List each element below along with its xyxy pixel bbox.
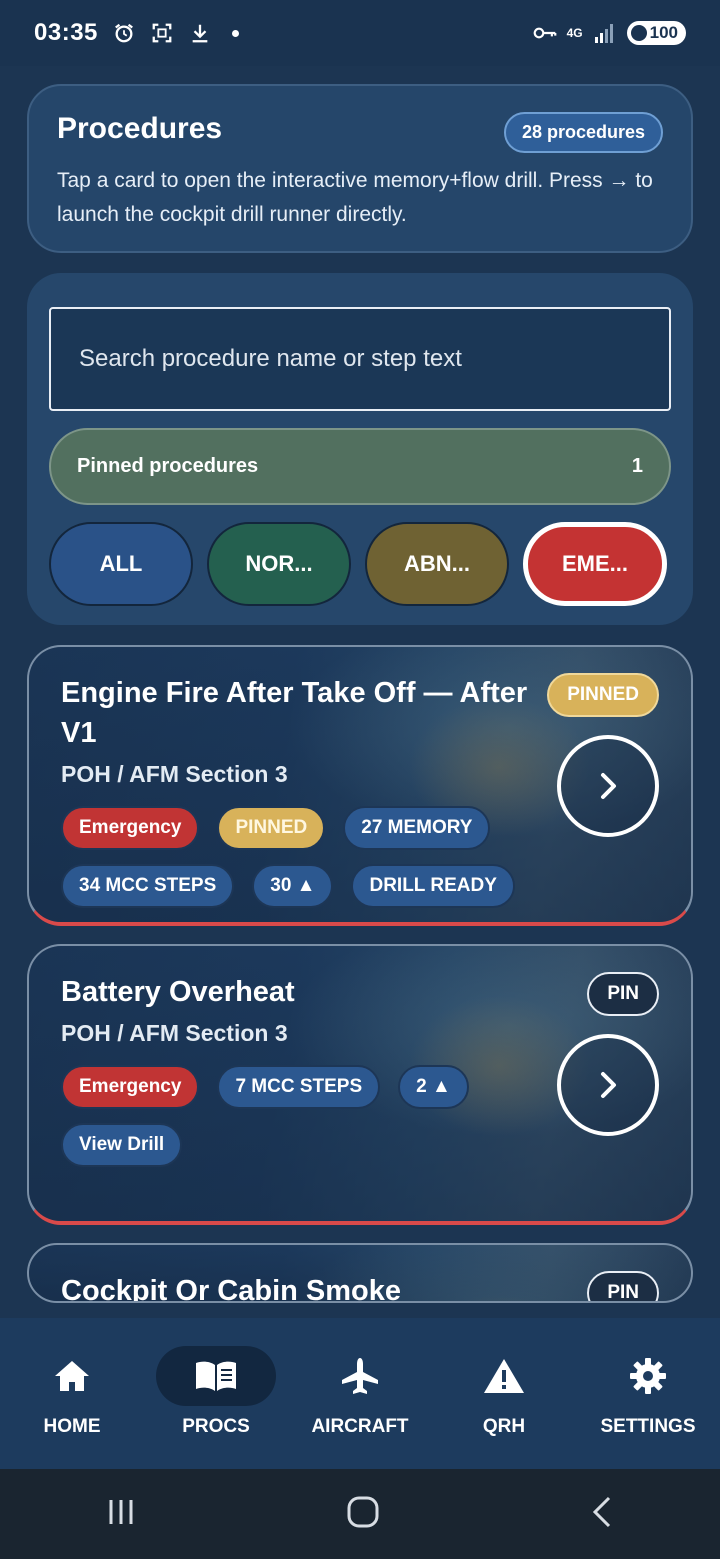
nav-settings-label: SETTINGS — [600, 1416, 696, 1437]
chevron-right-icon — [601, 1072, 616, 1098]
nav-aircraft-label: AIRCRAFT — [311, 1416, 409, 1437]
procedure-card[interactable]: Battery Overheat POH / AFM Section 3 Eme… — [27, 944, 693, 1225]
warning-icon — [484, 1359, 524, 1393]
search-input[interactable] — [79, 345, 641, 373]
procedure-tags: Emergency PINNED 27 MEMORY 34 MCC STEPS … — [61, 806, 541, 908]
filter-panel: Pinned procedures 1 ALL NOR... ABN... EM… — [27, 273, 693, 625]
pinned-procedures-toggle[interactable]: Pinned procedures 1 — [49, 428, 671, 505]
view-drill-button[interactable]: View Drill — [61, 1123, 183, 1167]
chevron-right-icon — [601, 773, 616, 799]
launch-drill-button[interactable] — [557, 1034, 659, 1136]
status-time: 03:35 — [34, 19, 98, 46]
nav-aircraft[interactable]: AIRCRAFT — [295, 1346, 425, 1438]
nav-qrh-label: QRH — [482, 1416, 526, 1437]
key-icon — [533, 21, 557, 45]
back-icon[interactable] — [589, 1495, 615, 1534]
tag-alerts: 30 ▲ — [252, 864, 334, 908]
procedure-tags: Emergency 7 MCC STEPS 2 ▲ View Drill — [61, 1065, 541, 1167]
launch-drill-button[interactable] — [557, 735, 659, 837]
chip-abnormal[interactable]: ABN... — [365, 522, 509, 606]
tag-drill-ready: DRILL READY — [351, 864, 515, 908]
pinned-count: 1 — [631, 455, 643, 477]
pin-toggle[interactable]: PIN — [587, 972, 659, 1016]
procedure-count-badge: 28 procedures — [503, 112, 663, 153]
signal-icon — [593, 21, 617, 45]
network-type: 4G — [566, 26, 583, 40]
gear-icon — [630, 1358, 666, 1394]
pin-toggle[interactable]: PIN — [587, 1271, 659, 1301]
status-bar: 03:35 4G 100 — [0, 0, 720, 66]
chip-all[interactable]: ALL — [49, 522, 193, 606]
nav-settings[interactable]: SETTINGS — [583, 1346, 713, 1438]
tag-category: Emergency — [61, 1065, 200, 1109]
procedure-source: POH / AFM Section 3 — [61, 1020, 288, 1046]
recent-apps-icon[interactable] — [105, 1496, 137, 1533]
chip-normal[interactable]: NOR... — [207, 522, 351, 606]
procedure-card[interactable]: Engine Fire After Take Off — After V1 PO… — [27, 645, 693, 926]
pinned-label: Pinned procedures — [77, 455, 259, 477]
battery-indicator: 100 — [626, 21, 686, 45]
battery-shield-icon — [630, 25, 647, 41]
search-box[interactable] — [49, 307, 671, 411]
screenshot-icon — [150, 21, 174, 45]
home-button-icon[interactable] — [346, 1495, 380, 1534]
tag-category: Emergency — [61, 806, 200, 850]
alarm-icon — [112, 21, 136, 45]
procedure-title: Battery Overheat — [61, 976, 295, 1008]
page-description: Tap a card to open the interactive memor… — [57, 169, 653, 226]
tag-memory: 27 MEMORY — [343, 806, 491, 850]
procedures-header-card: Procedures 28 procedures Tap a card to o… — [27, 84, 693, 253]
battery-level: 100 — [649, 23, 678, 42]
procedure-title: Cockpit Or Cabin Smoke — [61, 1275, 402, 1303]
tag-mcc-steps: 34 MCC STEPS — [61, 864, 235, 908]
pin-toggle[interactable]: PINNED — [547, 673, 659, 717]
tag-alerts: 2 ▲ — [398, 1065, 469, 1109]
nav-qrh[interactable]: QRH — [439, 1346, 569, 1438]
procedure-title: Engine Fire After Take Off — After V1 — [61, 677, 528, 749]
book-icon — [196, 1361, 236, 1391]
procedure-card[interactable]: Cockpit Or Cabin Smoke PIN — [27, 1243, 693, 1303]
nav-procs[interactable]: PROCS — [151, 1346, 281, 1438]
tag-mcc-steps: 7 MCC STEPS — [217, 1065, 381, 1109]
tag-pinned: PINNED — [217, 806, 326, 850]
bottom-navigation: HOME PROCS AIRCRAFT QRH SETTINGS — [0, 1318, 720, 1469]
nav-home-label: HOME — [43, 1416, 101, 1437]
home-icon — [55, 1361, 89, 1391]
category-chips: ALL NOR... ABN... EME... — [49, 522, 667, 606]
chip-emergency[interactable]: EME... — [523, 522, 667, 606]
notification-dot-icon — [231, 29, 239, 37]
nav-home[interactable]: HOME — [7, 1346, 137, 1438]
download-icon — [188, 21, 212, 45]
airplane-icon — [342, 1358, 378, 1394]
system-navigation-bar — [0, 1469, 720, 1559]
nav-procs-label: PROCS — [182, 1416, 250, 1437]
